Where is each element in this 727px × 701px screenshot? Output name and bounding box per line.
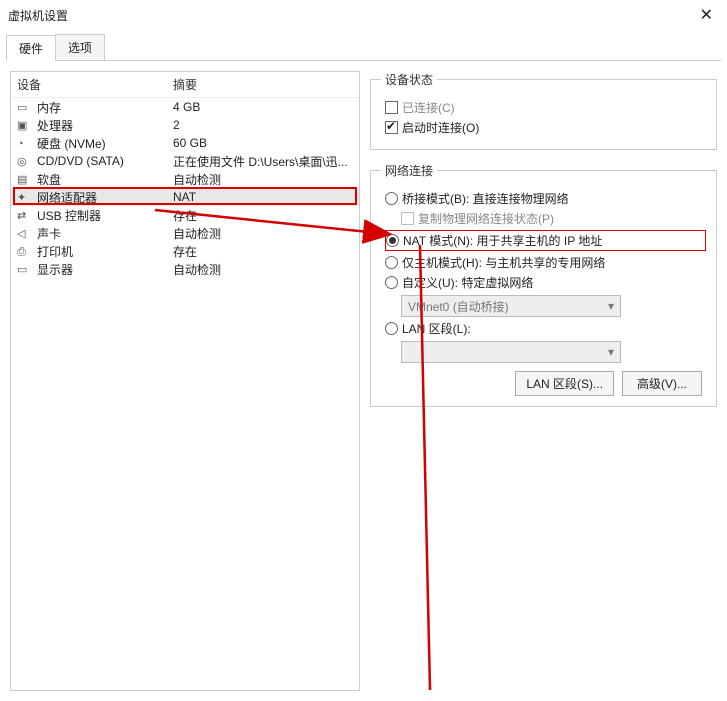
radio-custom[interactable] xyxy=(385,276,398,289)
close-icon[interactable]: ✕ xyxy=(694,5,719,25)
device-name: 软盘 xyxy=(37,171,173,188)
device-summary: 2 xyxy=(173,118,353,132)
device-name: 声卡 xyxy=(37,225,173,242)
device-row[interactable]: 打印机存在 xyxy=(11,242,359,260)
device-icon-memory xyxy=(17,100,33,114)
device-summary: 存在 xyxy=(173,243,353,260)
label-nat: NAT 模式(N): 用于共享主机的 IP 地址 xyxy=(403,232,602,249)
device-status-group: 设备状态 已连接(C) 启动时连接(O) xyxy=(370,71,717,150)
device-icon-sound xyxy=(17,226,33,240)
column-header-summary: 摘要 xyxy=(173,76,353,93)
radio-nat[interactable] xyxy=(386,234,399,247)
column-header-device: 设备 xyxy=(17,76,173,93)
device-row[interactable]: CD/DVD (SATA)正在使用文件 D:\Users\桌面\迅... xyxy=(11,152,359,170)
device-summary: 4 GB xyxy=(173,100,353,114)
device-icon-usb xyxy=(17,208,33,222)
device-summary: 自动检测 xyxy=(173,261,353,278)
device-row[interactable]: 网络适配器NAT xyxy=(11,188,359,206)
button-advanced[interactable]: 高级(V)... xyxy=(622,371,702,396)
network-connection-legend: 网络连接 xyxy=(381,162,437,179)
label-connect-on-start: 启动时连接(O) xyxy=(402,119,479,136)
label-connected: 已连接(C) xyxy=(402,99,455,116)
device-name: 显示器 xyxy=(37,261,173,278)
device-icon-cd xyxy=(17,154,33,168)
device-summary: 自动检测 xyxy=(173,225,353,242)
network-connection-group: 网络连接 桥接模式(B): 直接连接物理网络 复制物理网络连接状态(P) NAT… xyxy=(370,162,717,407)
button-lan-segments[interactable]: LAN 区段(S)... xyxy=(515,371,614,396)
checkbox-replicate-state[interactable] xyxy=(401,212,414,225)
tab-hardware[interactable]: 硬件 xyxy=(6,35,56,61)
label-custom: 自定义(U): 特定虚拟网络 xyxy=(402,274,533,291)
device-icon-network xyxy=(17,190,33,204)
device-name: 网络适配器 xyxy=(37,189,173,206)
device-panel: 设备 摘要 内存4 GB处理器2硬盘 (NVMe)60 GBCD/DVD (SA… xyxy=(10,71,360,691)
device-row[interactable]: 声卡自动检测 xyxy=(11,224,359,242)
device-summary: 60 GB xyxy=(173,136,353,150)
device-name: CD/DVD (SATA) xyxy=(37,154,173,168)
device-name: 处理器 xyxy=(37,117,173,134)
device-list: 内存4 GB处理器2硬盘 (NVMe)60 GBCD/DVD (SATA)正在使… xyxy=(11,98,359,278)
device-icon-display xyxy=(17,262,33,276)
device-row[interactable]: 内存4 GB xyxy=(11,98,359,116)
label-host-only: 仅主机模式(H): 与主机共享的专用网络 xyxy=(402,254,605,271)
device-row[interactable]: 软盘自动检测 xyxy=(11,170,359,188)
label-replicate-state: 复制物理网络连接状态(P) xyxy=(418,210,554,227)
device-summary: 存在 xyxy=(173,207,353,224)
tab-options[interactable]: 选项 xyxy=(55,34,105,60)
device-summary: 正在使用文件 D:\Users\桌面\迅... xyxy=(173,153,353,170)
device-name: 内存 xyxy=(37,99,173,116)
device-row[interactable]: 处理器2 xyxy=(11,116,359,134)
device-summary: 自动检测 xyxy=(173,171,353,188)
combo-custom-vmnet-value: VMnet0 (自动桥接) xyxy=(408,298,509,315)
device-icon-printer xyxy=(17,244,33,258)
device-row[interactable]: 硬盘 (NVMe)60 GB xyxy=(11,134,359,152)
window-title: 虚拟机设置 xyxy=(8,7,694,24)
label-bridged: 桥接模式(B): 直接连接物理网络 xyxy=(402,190,569,207)
checkbox-connect-on-start[interactable] xyxy=(385,121,398,134)
checkbox-connected[interactable] xyxy=(385,101,398,114)
device-row[interactable]: 显示器自动检测 xyxy=(11,260,359,278)
radio-bridged[interactable] xyxy=(385,192,398,205)
device-status-legend: 设备状态 xyxy=(381,71,437,88)
tabstrip: 硬件 选项 xyxy=(6,34,721,61)
device-name: 打印机 xyxy=(37,243,173,260)
device-row[interactable]: USB 控制器存在 xyxy=(11,206,359,224)
device-icon-disk xyxy=(17,136,33,150)
combo-lan-segment[interactable] xyxy=(401,341,621,363)
radio-lan-segment[interactable] xyxy=(385,322,398,335)
combo-custom-vmnet[interactable]: VMnet0 (自动桥接) xyxy=(401,295,621,317)
device-name: 硬盘 (NVMe) xyxy=(37,135,173,152)
device-name: USB 控制器 xyxy=(37,207,173,224)
radio-host-only[interactable] xyxy=(385,256,398,269)
device-summary: NAT xyxy=(173,190,353,204)
label-lan-segment: LAN 区段(L): xyxy=(402,320,471,337)
device-icon-floppy xyxy=(17,172,33,186)
device-icon-cpu xyxy=(17,118,33,132)
